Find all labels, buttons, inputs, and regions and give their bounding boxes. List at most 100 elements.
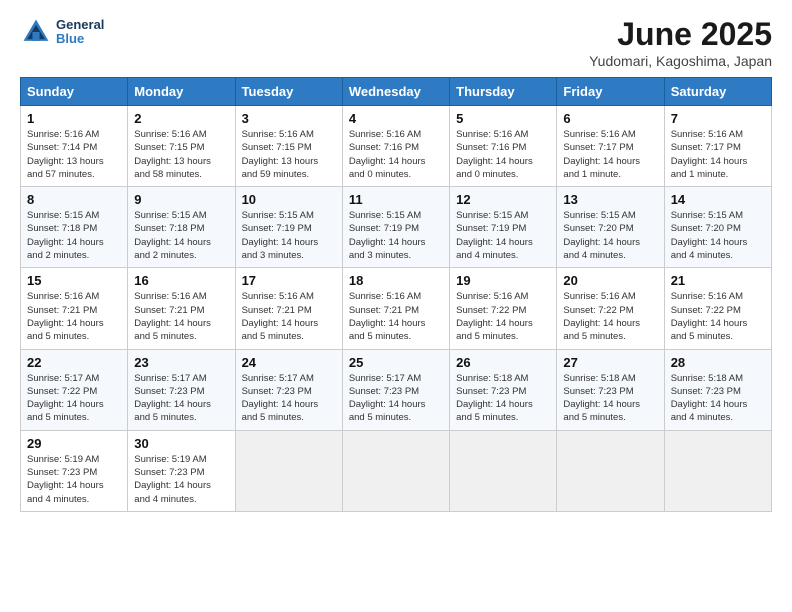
day-number: 24 [242,355,336,370]
cell-content: Sunrise: 5:16 AM Sunset: 7:17 PM Dayligh… [563,128,657,181]
col-wednesday: Wednesday [342,78,449,106]
cell-content: Sunrise: 5:15 AM Sunset: 7:18 PM Dayligh… [27,209,121,262]
calendar-cell: 17Sunrise: 5:16 AM Sunset: 7:21 PM Dayli… [235,268,342,349]
cell-content: Sunrise: 5:18 AM Sunset: 7:23 PM Dayligh… [456,372,550,425]
day-number: 5 [456,111,550,126]
calendar-cell: 15 Sunrise: 5:16 AM Sunset: 7:21 PM Dayli… [21,268,128,349]
cell-content: Sunrise: 5:17 AM Sunset: 7:23 PM Dayligh… [242,372,336,425]
calendar-cell: 14 Sunrise: 5:15 AM Sunset: 7:20 PM Dayli… [664,187,771,268]
day-number: 6 [563,111,657,126]
day-number: 22 [27,355,121,370]
calendar-cell: 9 Sunrise: 5:15 AM Sunset: 7:18 PM Daylig… [128,187,235,268]
day-number: 13 [563,192,657,207]
day-number: 18 [349,273,443,288]
calendar-cell: 2Sunrise: 5:16 AM Sunset: 7:15 PM Daylig… [128,106,235,187]
cell-content: Sunrise: 5:15 AM Sunset: 7:20 PM Dayligh… [563,209,657,262]
page: General Blue June 2025 Yudomari, Kagoshi… [0,0,792,528]
calendar-cell: 23Sunrise: 5:17 AM Sunset: 7:23 PM Dayli… [128,349,235,430]
calendar-cell: 21 Sunrise: 5:16 AM Sunset: 7:22 PM Dayli… [664,268,771,349]
cell-content: Sunrise: 5:17 AM Sunset: 7:23 PM Dayligh… [134,372,228,425]
calendar-cell [664,430,771,511]
cell-content: Sunrise: 5:16 AM Sunset: 7:15 PM Dayligh… [242,128,336,181]
day-number: 1 [27,111,121,126]
day-number: 10 [242,192,336,207]
day-number: 7 [671,111,765,126]
calendar-cell: 8 Sunrise: 5:15 AM Sunset: 7:18 PM Daylig… [21,187,128,268]
day-number: 8 [27,192,121,207]
calendar-cell: 10 Sunrise: 5:15 AM Sunset: 7:19 PM Dayli… [235,187,342,268]
col-sunday: Sunday [21,78,128,106]
calendar-cell [450,430,557,511]
cell-content: Sunrise: 5:17 AM Sunset: 7:23 PM Dayligh… [349,372,443,425]
calendar-cell: 30 Sunrise: 5:19 AM Sunset: 7:23 PM Dayli… [128,430,235,511]
cell-content: Sunrise: 5:15 AM Sunset: 7:18 PM Dayligh… [134,209,228,262]
cell-content: Sunrise: 5:16 AM Sunset: 7:22 PM Dayligh… [456,290,550,343]
calendar-header-row: Sunday Monday Tuesday Wednesday Thursday… [21,78,772,106]
col-thursday: Thursday [450,78,557,106]
calendar-cell: 27 Sunrise: 5:18 AM Sunset: 7:23 PM Dayli… [557,349,664,430]
calendar-cell: 18 Sunrise: 5:16 AM Sunset: 7:21 PM Dayli… [342,268,449,349]
header: General Blue June 2025 Yudomari, Kagoshi… [20,16,772,69]
day-number: 4 [349,111,443,126]
day-number: 19 [456,273,550,288]
calendar-week-2: 8 Sunrise: 5:15 AM Sunset: 7:18 PM Daylig… [21,187,772,268]
cell-content: Sunrise: 5:15 AM Sunset: 7:20 PM Dayligh… [671,209,765,262]
calendar-cell [557,430,664,511]
logo-text: General Blue [56,18,104,47]
calendar-cell: 19 Sunrise: 5:16 AM Sunset: 7:22 PM Dayli… [450,268,557,349]
day-number: 26 [456,355,550,370]
day-number: 14 [671,192,765,207]
day-number: 21 [671,273,765,288]
day-number: 27 [563,355,657,370]
cell-content: Sunrise: 5:16 AM Sunset: 7:16 PM Dayligh… [349,128,443,181]
cell-content: Sunrise: 5:16 AM Sunset: 7:21 PM Dayligh… [349,290,443,343]
calendar-week-5: 29 Sunrise: 5:19 AM Sunset: 7:23 PM Dayli… [21,430,772,511]
cell-content: Sunrise: 5:18 AM Sunset: 7:23 PM Dayligh… [671,372,765,425]
calendar-cell: 1Sunrise: 5:16 AM Sunset: 7:14 PM Daylig… [21,106,128,187]
cell-content: Sunrise: 5:16 AM Sunset: 7:21 PM Dayligh… [27,290,121,343]
day-number: 3 [242,111,336,126]
calendar-cell: 28 Sunrise: 5:18 AM Sunset: 7:23 PM Dayli… [664,349,771,430]
col-tuesday: Tuesday [235,78,342,106]
calendar-cell: 22Sunrise: 5:17 AM Sunset: 7:22 PM Dayli… [21,349,128,430]
cell-content: Sunrise: 5:16 AM Sunset: 7:21 PM Dayligh… [242,290,336,343]
col-saturday: Saturday [664,78,771,106]
cell-content: Sunrise: 5:16 AM Sunset: 7:17 PM Dayligh… [671,128,765,181]
subtitle: Yudomari, Kagoshima, Japan [589,53,772,69]
calendar-cell: 4 Sunrise: 5:16 AM Sunset: 7:16 PM Daylig… [342,106,449,187]
calendar-cell [342,430,449,511]
logo: General Blue [20,16,104,48]
day-number: 9 [134,192,228,207]
calendar-table: Sunday Monday Tuesday Wednesday Thursday… [20,77,772,512]
cell-content: Sunrise: 5:19 AM Sunset: 7:23 PM Dayligh… [134,453,228,506]
calendar-cell: 26 Sunrise: 5:18 AM Sunset: 7:23 PM Dayli… [450,349,557,430]
day-number: 16 [134,273,228,288]
cell-content: Sunrise: 5:15 AM Sunset: 7:19 PM Dayligh… [242,209,336,262]
day-number: 2 [134,111,228,126]
calendar-cell: 20 Sunrise: 5:16 AM Sunset: 7:22 PM Dayli… [557,268,664,349]
calendar-cell: 11Sunrise: 5:15 AM Sunset: 7:19 PM Dayli… [342,187,449,268]
calendar-cell: 25Sunrise: 5:17 AM Sunset: 7:23 PM Dayli… [342,349,449,430]
day-number: 15 [27,273,121,288]
day-number: 30 [134,436,228,451]
cell-content: Sunrise: 5:16 AM Sunset: 7:22 PM Dayligh… [563,290,657,343]
col-friday: Friday [557,78,664,106]
calendar-cell: 13 Sunrise: 5:15 AM Sunset: 7:20 PM Dayli… [557,187,664,268]
day-number: 28 [671,355,765,370]
cell-content: Sunrise: 5:16 AM Sunset: 7:21 PM Dayligh… [134,290,228,343]
cell-content: Sunrise: 5:18 AM Sunset: 7:23 PM Dayligh… [563,372,657,425]
calendar-cell: 29Sunrise: 5:19 AM Sunset: 7:23 PM Dayli… [21,430,128,511]
day-number: 11 [349,192,443,207]
calendar-cell: 7 Sunrise: 5:16 AM Sunset: 7:17 PM Daylig… [664,106,771,187]
cell-content: Sunrise: 5:16 AM Sunset: 7:22 PM Dayligh… [671,290,765,343]
main-title: June 2025 [589,16,772,53]
calendar-cell: 3 Sunrise: 5:16 AM Sunset: 7:15 PM Daylig… [235,106,342,187]
logo-icon [20,16,52,48]
calendar-week-3: 15 Sunrise: 5:16 AM Sunset: 7:21 PM Dayli… [21,268,772,349]
calendar-cell: 12Sunrise: 5:15 AM Sunset: 7:19 PM Dayli… [450,187,557,268]
day-number: 29 [27,436,121,451]
day-number: 20 [563,273,657,288]
calendar-week-1: 1Sunrise: 5:16 AM Sunset: 7:14 PM Daylig… [21,106,772,187]
day-number: 12 [456,192,550,207]
calendar-cell: 16 Sunrise: 5:16 AM Sunset: 7:21 PM Dayli… [128,268,235,349]
